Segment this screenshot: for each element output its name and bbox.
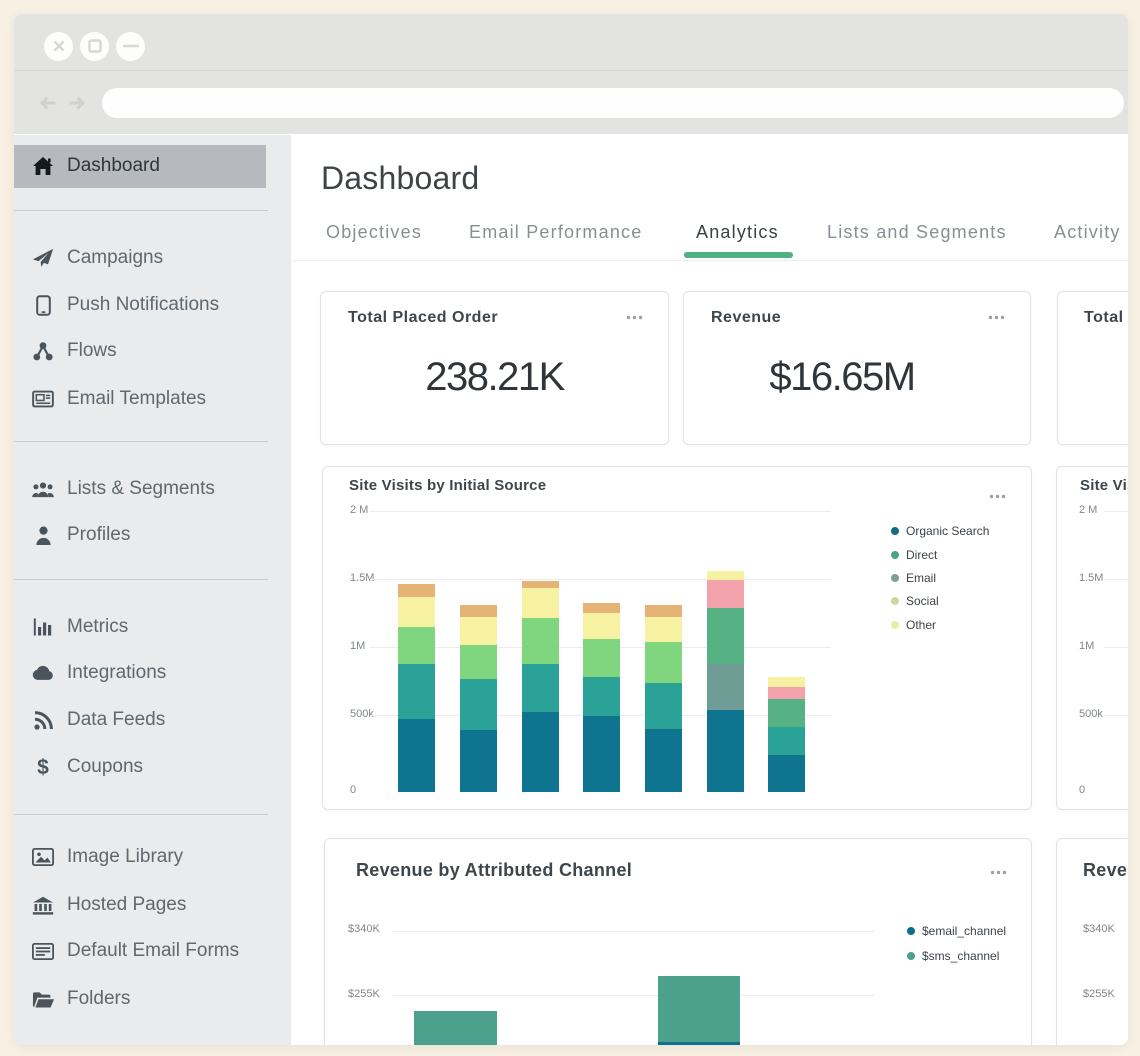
svg-text:$: $ [37,756,49,778]
